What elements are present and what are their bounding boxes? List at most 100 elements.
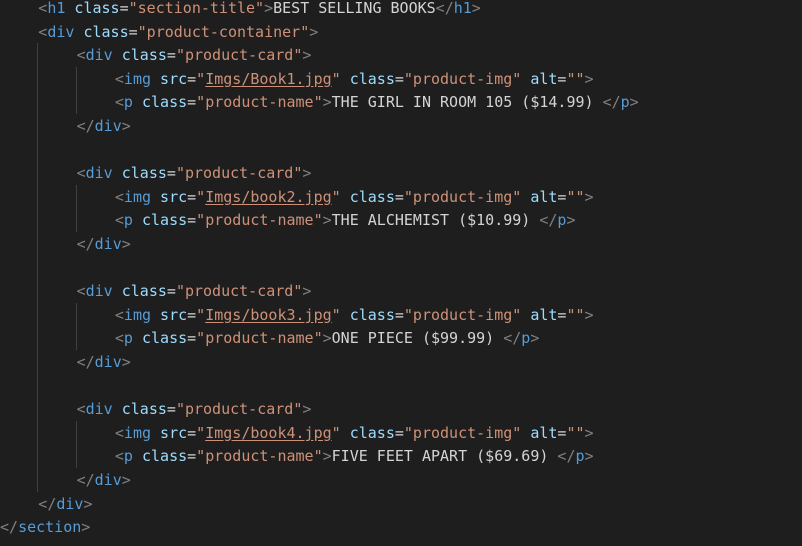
code-attribute-name: alt: [530, 187, 558, 206]
code-equals: =: [187, 305, 197, 324]
indent-guide: [37, 43, 39, 492]
code-bracket: >: [322, 447, 332, 466]
code-bracket: >: [322, 211, 332, 230]
code-bracket: >: [584, 187, 594, 206]
code-text: THE GIRL IN ROOM 105 ($14.99): [331, 93, 603, 112]
code-line[interactable]: </section>: [0, 515, 90, 539]
code-bracket: <: [114, 211, 124, 230]
code-line[interactable]: <div class="product-card">: [77, 161, 312, 185]
code-string: "product-img": [403, 69, 522, 88]
code-tag-name: p: [123, 93, 133, 112]
code-text: BEST SELLING BOOKS: [273, 0, 436, 17]
code-tag-name: div: [56, 494, 84, 513]
code-line[interactable]: <img src="Imgs/book4.jpg" class="product…: [115, 421, 594, 445]
code-line[interactable]: <div class="product-card">: [77, 279, 312, 303]
code-bracket: >: [83, 494, 93, 513]
code-attribute-name: class: [141, 447, 188, 466]
code-string: "product-img": [403, 187, 522, 206]
code-tag-name: p: [123, 329, 133, 348]
code-tag-name: div: [85, 164, 113, 183]
code-tag-name: img: [123, 423, 152, 442]
code-bracket: >: [121, 353, 131, 371]
code-equals: =: [394, 305, 404, 324]
code-attribute-name: src: [160, 423, 188, 442]
code-attribute-name: alt: [530, 423, 558, 442]
code-attribute-name: src: [160, 305, 188, 324]
code-string: "product-card": [175, 400, 303, 419]
code-attribute-name: class: [349, 423, 395, 442]
code-equals: =: [166, 282, 176, 301]
code-attribute-name: class: [74, 0, 120, 17]
code-string: "product-name": [196, 329, 323, 348]
code-attribute-name: class: [349, 187, 395, 206]
code-bracket: <: [114, 423, 124, 442]
code-attribute-name: class: [121, 46, 167, 65]
code-string: ": [196, 423, 206, 442]
code-bracket: </: [503, 329, 522, 348]
code-line[interactable]: <img src="Imgs/Book1.jpg" class="product…: [115, 67, 594, 91]
code-line[interactable]: <div class="product-container">: [38, 20, 318, 44]
code-line[interactable]: <p class="product-name">FIVE FEET APART …: [115, 444, 594, 468]
code-attribute-name: alt: [530, 69, 558, 88]
code-line[interactable]: <h1 class="section-title">BEST SELLING B…: [38, 0, 481, 20]
code-equals: =: [394, 423, 404, 442]
code-attribute-name: class: [349, 69, 395, 88]
code-string: ": [196, 69, 206, 88]
code-line[interactable]: </div>: [38, 492, 92, 516]
code-string: "product-name": [196, 211, 323, 230]
code-string: ": [331, 187, 341, 206]
code-line[interactable]: </div>: [77, 114, 131, 138]
code-line[interactable]: <div class="product-card">: [77, 43, 312, 67]
code-bracket: </: [539, 211, 558, 230]
code-line[interactable]: <p class="product-name">ONE PIECE ($99.9…: [115, 326, 539, 350]
code-tag-name: h1: [47, 0, 66, 17]
code-attribute-name: src: [160, 187, 188, 206]
code-equals: =: [128, 22, 138, 41]
code-line[interactable]: <p class="product-name">THE ALCHEMIST ($…: [115, 208, 576, 232]
code-file-link[interactable]: Imgs/book3.jpg: [205, 306, 331, 324]
code-equals: =: [394, 187, 404, 206]
code-bracket: <: [76, 400, 86, 419]
code-line[interactable]: <img src="Imgs/book3.jpg" class="product…: [115, 303, 594, 327]
code-editor[interactable]: <h1 class="section-title">BEST SELLING B…: [0, 0, 802, 546]
code-bracket: <: [114, 69, 124, 88]
code-bracket: >: [302, 282, 312, 301]
code-string: "product-container": [137, 22, 310, 41]
code-bracket: >: [302, 164, 312, 183]
code-string: "": [566, 69, 585, 88]
code-line[interactable]: <p class="product-name">THE GIRL IN ROOM…: [115, 90, 639, 114]
code-bracket: >: [322, 93, 332, 112]
code-line[interactable]: </div>: [77, 232, 131, 256]
code-tag-name: img: [123, 305, 152, 324]
code-line[interactable]: </div>: [77, 350, 131, 374]
code-file-link[interactable]: Imgs/book2.jpg: [205, 188, 331, 206]
code-file-link[interactable]: Imgs/Book1.jpg: [205, 70, 331, 88]
code-tag-name: img: [123, 69, 152, 88]
code-line[interactable]: <img src="Imgs/book2.jpg" class="product…: [115, 185, 594, 209]
code-line[interactable]: <div class="product-card">: [77, 397, 312, 421]
code-attribute-name: class: [121, 282, 167, 301]
code-line[interactable]: </div>: [77, 468, 131, 492]
code-equals: =: [187, 69, 197, 88]
code-string: "product-name": [196, 93, 323, 112]
code-tag-name: div: [85, 282, 113, 301]
code-tag-name: div: [85, 46, 113, 65]
code-bracket: <: [76, 46, 86, 65]
code-string: "product-card": [175, 164, 303, 183]
code-bracket: </: [557, 447, 576, 466]
code-bracket: >: [121, 471, 131, 489]
code-attribute-name: class: [83, 22, 129, 41]
code-string: "product-img": [403, 423, 522, 442]
code-bracket: </: [602, 93, 621, 112]
code-file-link[interactable]: Imgs/book4.jpg: [205, 424, 331, 442]
indent-guide: [75, 420, 77, 468]
code-equals: =: [187, 211, 197, 230]
